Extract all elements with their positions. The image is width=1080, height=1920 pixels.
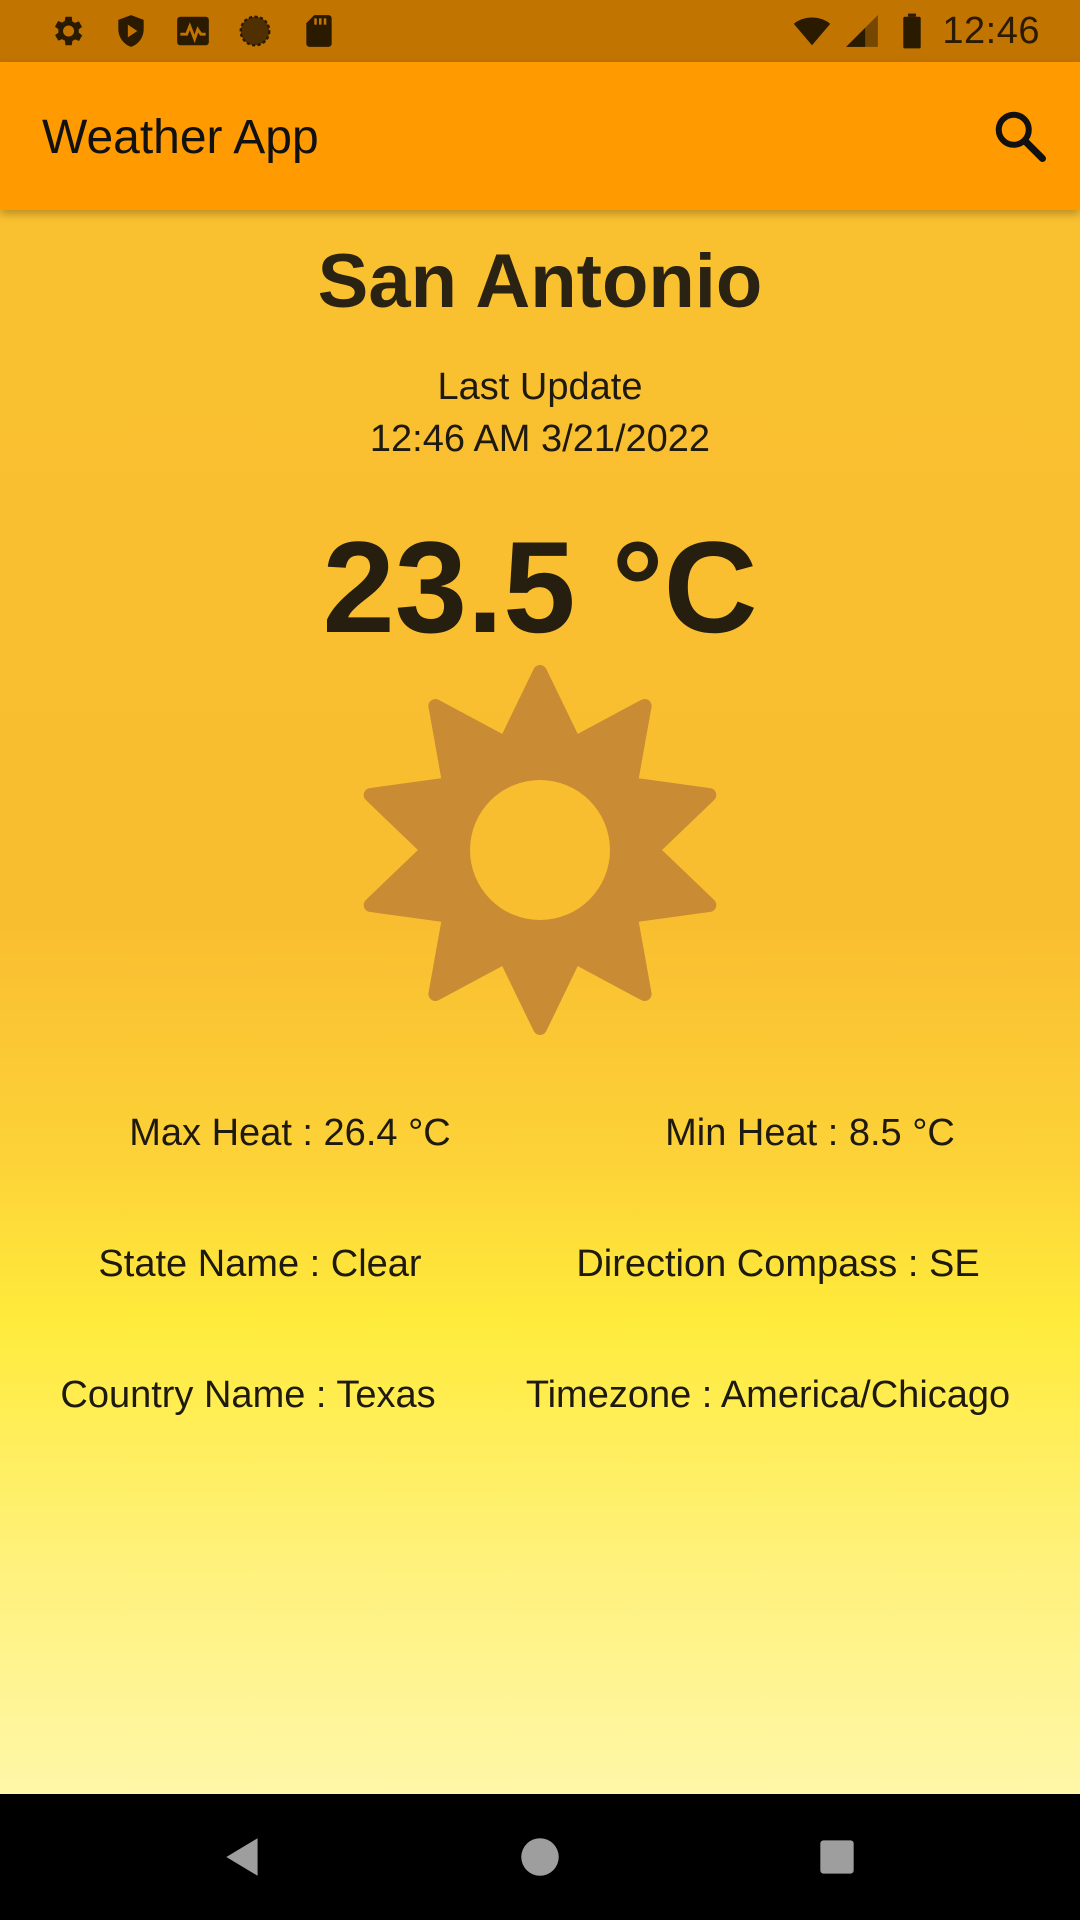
navigation-bar — [0, 1794, 1080, 1920]
state-name: State Name : Clear — [98, 1243, 422, 1285]
app-bar: Weather App — [0, 62, 1080, 210]
sun-icon — [363, 665, 717, 1035]
min-heat: Min Heat : 8.5 °C — [665, 1112, 955, 1154]
recents-icon[interactable] — [812, 1832, 862, 1882]
shield-play-icon — [118, 15, 144, 47]
activity-icon — [177, 16, 209, 46]
last-update-label: Last Update — [437, 366, 643, 408]
circle-sync-icon — [239, 15, 271, 47]
back-icon[interactable] — [218, 1832, 268, 1882]
status-time: 12:46 — [942, 10, 1040, 52]
city-name: San Antonio — [317, 239, 763, 324]
temperature: 23.5 °C — [322, 514, 758, 660]
wifi-icon — [793, 17, 831, 46]
phone-screen: 12:46 Weather App San Antonio Last Updat… — [0, 0, 1080, 1920]
direction-compass: Direction Compass : SE — [576, 1243, 980, 1285]
status-bar: 12:46 — [0, 0, 1080, 62]
search-icon[interactable] — [990, 106, 1050, 166]
weather-content: San Antonio Last Update 12:46 AM 3/21/20… — [0, 210, 1080, 1794]
signal-icon — [846, 15, 878, 47]
max-heat: Max Heat : 26.4 °C — [129, 1112, 451, 1154]
home-icon[interactable] — [515, 1832, 565, 1882]
last-update-value: 12:46 AM 3/21/2022 — [369, 418, 711, 460]
app-title: Weather App — [42, 111, 319, 164]
settings-icon — [54, 16, 83, 46]
country-name: Country Name : Texas — [60, 1374, 436, 1416]
timezone: Timezone : America/Chicago — [525, 1374, 1011, 1416]
sd-card-icon — [306, 15, 332, 47]
battery-icon — [903, 13, 921, 49]
